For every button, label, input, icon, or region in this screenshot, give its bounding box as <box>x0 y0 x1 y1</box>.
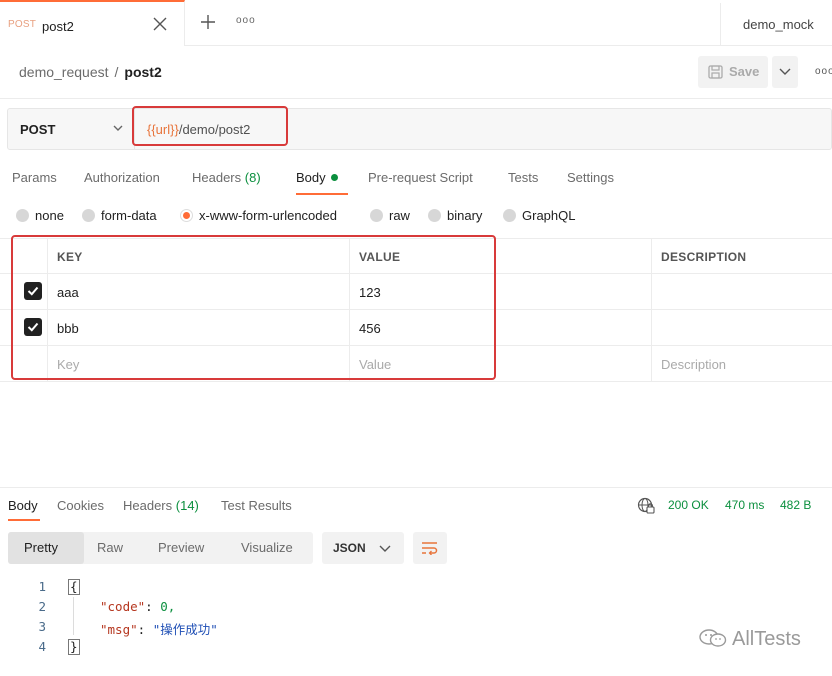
url-bar: POST {{url}}/demo/post2 <box>7 108 832 150</box>
radio-label: x-www-form-urlencoded <box>199 208 337 223</box>
json-key: "msg" <box>100 622 138 637</box>
response-tab-body[interactable]: Body <box>8 498 38 513</box>
save-options-button[interactable] <box>772 56 798 88</box>
radio-dot-selected <box>180 209 193 222</box>
body-active-dot <box>330 174 338 181</box>
tab-method-label: POST <box>8 19 37 30</box>
request-tab-post2[interactable]: POST post2 <box>0 0 185 46</box>
tab-params-label: Params <box>12 170 57 185</box>
code-line: { <box>68 579 80 595</box>
tab-authorization[interactable]: Authorization <box>84 170 160 185</box>
annotation-box-table <box>11 235 496 380</box>
header-description: DESCRIPTION <box>661 250 747 264</box>
environment-name: demo_mock <box>743 17 814 32</box>
globe-icon[interactable] <box>637 497 655 515</box>
request-tabs: Params Authorization Headers (8) Body Pr… <box>0 160 832 196</box>
tab-headers-count: (8) <box>244 170 261 185</box>
code-line: } <box>68 639 80 655</box>
view-preview[interactable]: Preview <box>158 540 204 555</box>
tab-settings-label: Settings <box>567 170 614 185</box>
tab-name-label: post2 <box>42 19 74 34</box>
radio-dot <box>370 209 383 222</box>
radio-label: none <box>35 208 64 223</box>
description-input[interactable]: Description <box>661 357 726 372</box>
response-tab-headers[interactable]: Headers (14) <box>123 498 199 513</box>
save-button[interactable]: Save <box>698 56 768 88</box>
response-tab-cookies[interactable]: Cookies <box>57 498 104 513</box>
bracket-open: { <box>68 579 80 595</box>
tab-headers-label: Headers <box>192 170 242 185</box>
wrap-lines-icon <box>422 542 438 555</box>
tabs-more-icon[interactable]: ooo <box>236 15 256 26</box>
response-tab-test-results[interactable]: Test Results <box>221 498 292 513</box>
line-number: 4 <box>38 639 46 654</box>
code-line: "code": 0, <box>100 599 176 614</box>
tab-tests-label: Tests <box>508 170 539 185</box>
radio-dot <box>428 209 441 222</box>
response-headers-label: Headers <box>123 498 173 513</box>
breadcrumb-separator: / <box>114 64 119 80</box>
json-value: "操作成功" <box>152 622 218 637</box>
breadcrumb-collection[interactable]: demo_request <box>19 64 109 80</box>
wechat-icon <box>699 629 727 647</box>
line-number: 1 <box>38 579 46 594</box>
response-headers-count: (14) <box>175 498 199 513</box>
response-size[interactable]: 482 B <box>780 498 811 512</box>
json-value: 0, <box>160 599 176 614</box>
bracket-close: } <box>68 639 80 655</box>
tab-pre-request-label: Pre-request Script <box>368 170 473 185</box>
line-number: 3 <box>38 619 46 634</box>
radio-label: GraphQL <box>522 208 576 223</box>
body-type-options: none form-data x-www-form-urlencoded raw… <box>0 205 832 227</box>
more-options-icon[interactable]: ooo <box>815 66 832 77</box>
code-line: "msg": "操作成功" <box>100 622 218 637</box>
radio-label: raw <box>389 208 410 223</box>
chevron-down-icon <box>779 68 791 75</box>
indent-guide <box>73 597 74 635</box>
wrap-lines-button[interactable] <box>413 532 447 564</box>
save-label: Save <box>729 64 760 79</box>
tab-params[interactable]: Params <box>12 170 57 185</box>
tab-pre-request-script[interactable]: Pre-request Script <box>368 170 473 185</box>
format-select[interactable]: JSON <box>322 532 404 564</box>
tab-tests[interactable]: Tests <box>508 170 538 185</box>
radio-dot <box>16 209 29 222</box>
add-tab-icon[interactable] <box>197 11 219 33</box>
response-time[interactable]: 470 ms <box>725 498 764 512</box>
view-raw[interactable]: Raw <box>97 540 123 555</box>
annotation-box-url <box>132 106 288 146</box>
chevron-down-icon[interactable] <box>111 121 125 135</box>
watermark-text: AllTests <box>732 628 801 650</box>
line-number: 2 <box>38 599 46 614</box>
chevron-down-icon <box>379 545 391 552</box>
breadcrumb-request[interactable]: post2 <box>124 64 161 80</box>
method-select[interactable]: POST <box>20 122 55 137</box>
status-code[interactable]: 200 OK <box>668 498 709 512</box>
tab-settings[interactable]: Settings <box>567 170 614 185</box>
tab-body-label: Body <box>296 170 326 185</box>
radio-label: form-data <box>101 208 157 223</box>
tab-headers[interactable]: Headers (8) <box>192 170 261 185</box>
radio-dot <box>503 209 516 222</box>
divider <box>0 98 832 99</box>
breadcrumb: demo_request / post2 <box>19 64 162 80</box>
radio-label: binary <box>447 208 483 223</box>
view-mode-bar: Pretty Raw Preview Visualize <box>8 532 313 564</box>
tab-strip: POST post2 ooo demo_mock <box>0 0 832 46</box>
tab-authorization-label: Authorization <box>84 170 160 185</box>
response-body-underline <box>8 519 40 521</box>
view-visualize[interactable]: Visualize <box>241 540 293 555</box>
radio-dot <box>82 209 95 222</box>
json-key: "code" <box>100 599 146 614</box>
body-tab-underline <box>296 193 348 195</box>
format-label: JSON <box>333 541 366 555</box>
response-divider <box>0 487 832 488</box>
tab-body[interactable]: Body <box>296 170 338 185</box>
save-icon <box>708 65 723 79</box>
close-icon[interactable] <box>150 14 170 34</box>
view-pretty[interactable]: Pretty <box>24 540 58 555</box>
watermark: AllTests <box>698 628 801 651</box>
environment-selector[interactable]: demo_mock <box>720 3 832 46</box>
